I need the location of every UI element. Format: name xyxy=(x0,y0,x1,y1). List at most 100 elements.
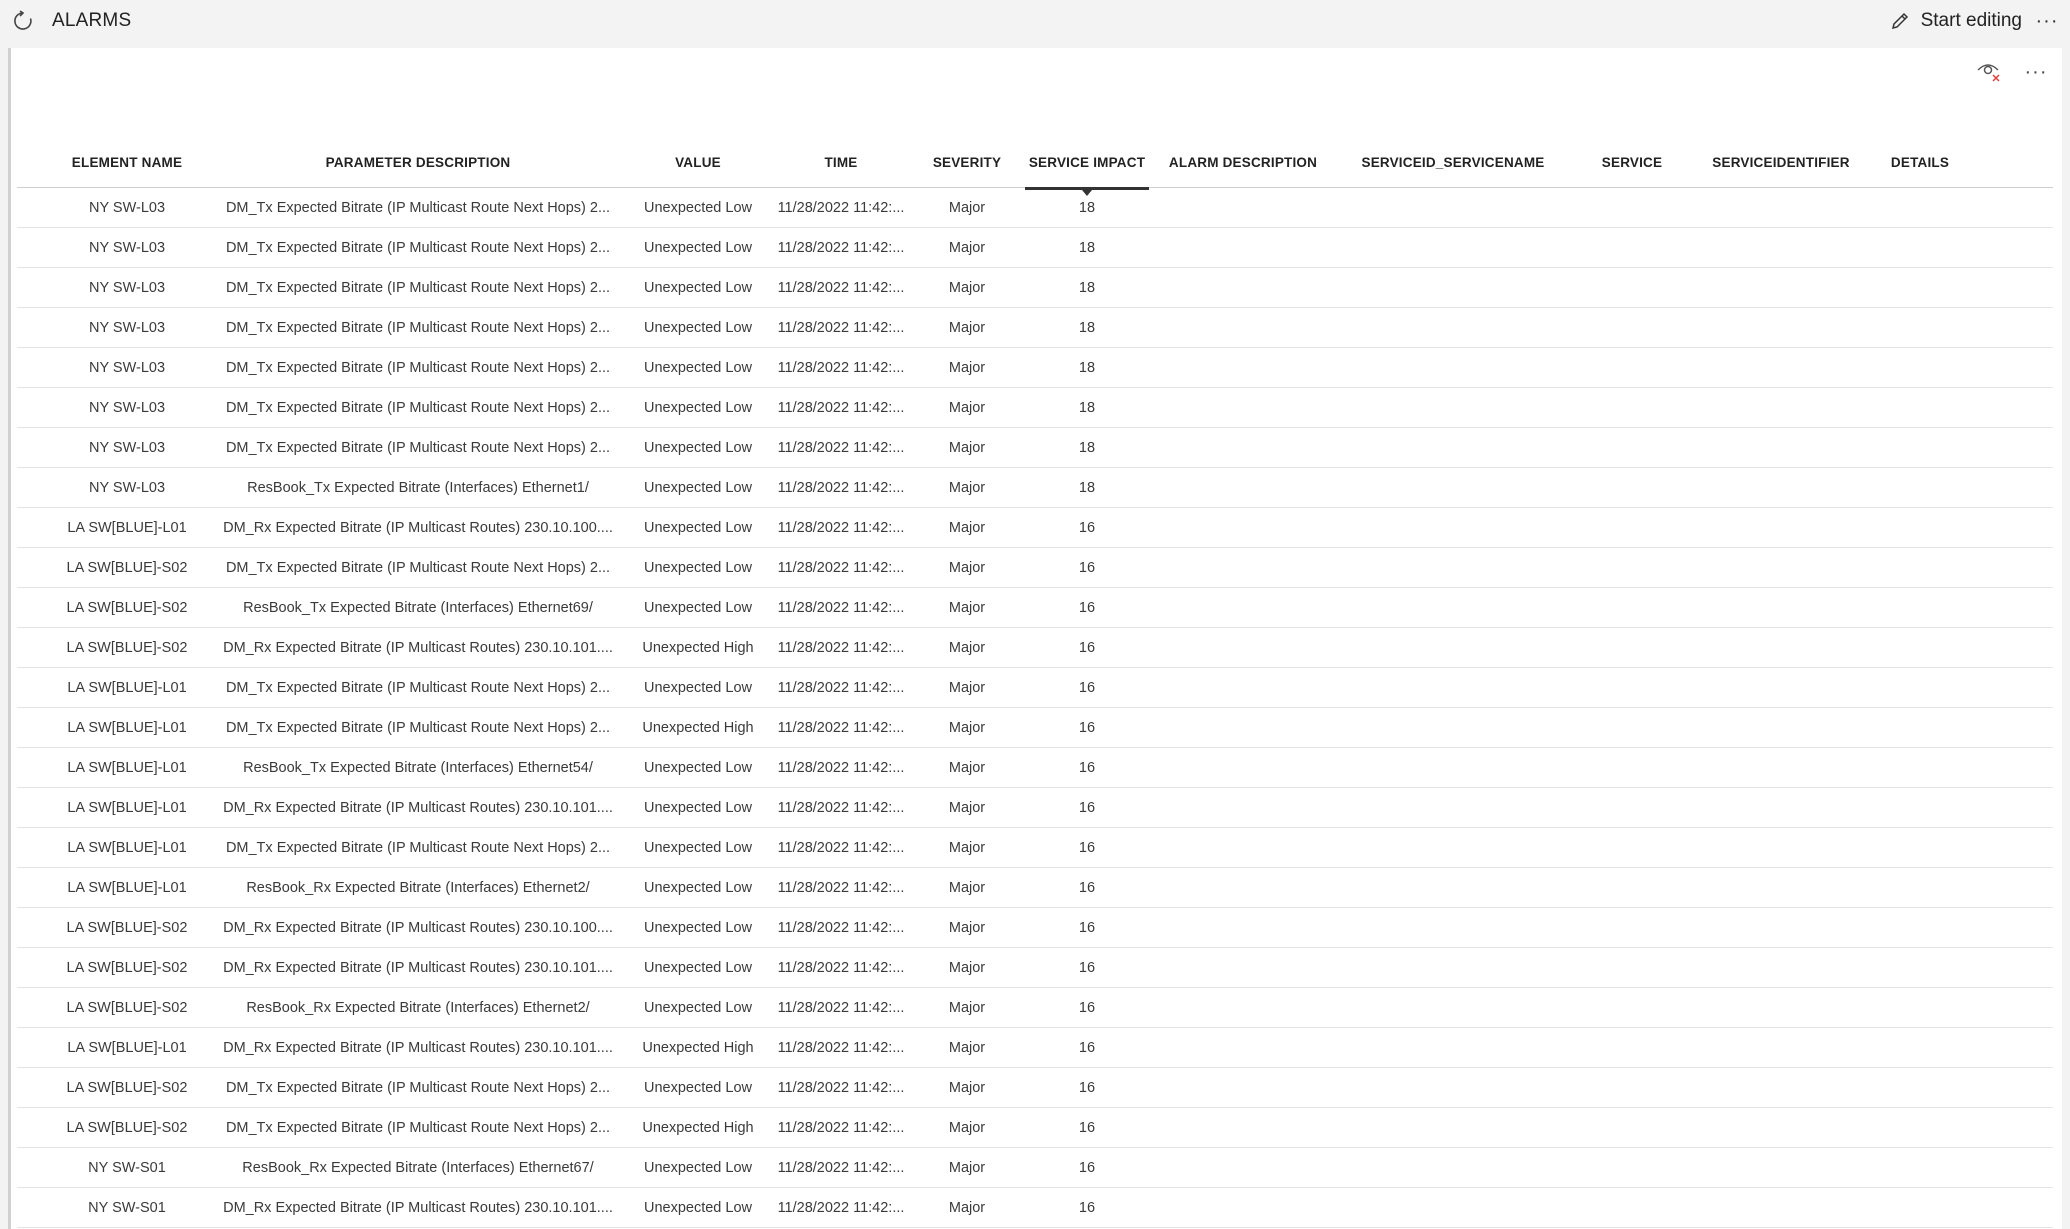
parameter-description-cell: DM_Tx Expected Bitrate (IP Multicast Rou… xyxy=(225,1079,611,1096)
column-header-parameter-description[interactable]: PARAMETER DESCRIPTION xyxy=(213,136,623,188)
parameter-description-cell: DM_Rx Expected Bitrate (IP Multicast Rou… xyxy=(223,799,613,816)
start-editing-button[interactable]: Start editing xyxy=(1889,6,2022,36)
column-header-label: ELEMENT NAME xyxy=(71,154,183,170)
value-cell: Unexpected Low xyxy=(643,599,752,616)
service-impact-cell: 16 xyxy=(1078,559,1096,576)
column-header-serviceidentifier[interactable]: SERVICEIDENTIFIER xyxy=(1691,136,1871,188)
column-header-label: DETAILS xyxy=(1890,154,1950,170)
service-impact-cell: 16 xyxy=(1078,999,1096,1016)
column-header-label: SERVICE xyxy=(1601,154,1663,170)
service-impact-cell: 16 xyxy=(1078,879,1096,896)
header-more-button[interactable]: ··· xyxy=(2032,6,2062,36)
time-cell: 11/28/2022 11:42:... xyxy=(777,879,905,896)
value-cell: Unexpected High xyxy=(642,1039,754,1056)
table-row[interactable]: NY SW-L03 ResBook_Tx Expected Bitrate (In… xyxy=(17,468,2053,508)
table-body: NY SW-L03 DM_Tx Expected Bitrate (IP Mult… xyxy=(17,188,2053,1229)
element-name-cell: LA SW[BLUE]-S02 xyxy=(66,639,188,656)
table-row[interactable]: NY SW-L03 DM_Tx Expected Bitrate (IP Mult… xyxy=(17,388,2053,428)
element-name-cell: NY SW-L03 xyxy=(88,359,166,376)
table-row[interactable]: NY SW-L03 DM_Tx Expected Bitrate (IP Mult… xyxy=(17,268,2053,308)
parameter-description-cell: DM_Tx Expected Bitrate (IP Multicast Rou… xyxy=(225,399,611,416)
column-header-element-name[interactable]: ELEMENT NAME xyxy=(45,136,209,188)
table-row[interactable]: LA SW[BLUE]-L01 DM_Rx Expected Bitrate (I… xyxy=(17,788,2053,828)
element-name-cell: LA SW[BLUE]-S02 xyxy=(66,919,188,936)
table-row[interactable]: NY SW-L03 DM_Tx Expected Bitrate (IP Mult… xyxy=(17,228,2053,268)
table-row[interactable]: LA SW[BLUE]-S02 DM_Tx Expected Bitrate (I… xyxy=(17,1108,2053,1148)
table-row[interactable]: LA SW[BLUE]-L01 ResBook_Tx Expected Bitra… xyxy=(17,748,2053,788)
table-row[interactable]: LA SW[BLUE]-S02 DM_Tx Expected Bitrate (I… xyxy=(17,548,2053,588)
time-cell: 11/28/2022 11:42:... xyxy=(777,599,905,616)
parameter-description-cell: DM_Tx Expected Bitrate (IP Multicast Rou… xyxy=(225,239,611,256)
table-row[interactable]: LA SW[BLUE]-L01 DM_Tx Expected Bitrate (I… xyxy=(17,708,2053,748)
severity-cell: Major xyxy=(948,479,986,496)
table-row[interactable]: NY SW-S01 ResBook_Rx Expected Bitrate (In… xyxy=(17,1148,2053,1188)
service-impact-cell: 16 xyxy=(1078,599,1096,616)
element-name-cell: LA SW[BLUE]-S02 xyxy=(66,959,188,976)
element-name-cell: LA SW[BLUE]-L01 xyxy=(67,839,187,856)
table-row[interactable]: NY SW-S01 DM_Rx Expected Bitrate (IP Mult… xyxy=(17,1188,2053,1228)
service-impact-cell: 18 xyxy=(1078,399,1096,416)
element-name-cell: NY SW-L03 xyxy=(88,199,166,216)
page-title: ALARMS xyxy=(52,10,132,31)
parameter-description-cell: DM_Tx Expected Bitrate (IP Multicast Rou… xyxy=(225,439,611,456)
column-header-service-impact[interactable]: SERVICE IMPACT xyxy=(1021,136,1153,196)
severity-cell: Major xyxy=(948,959,986,976)
table-row[interactable]: NY SW-L03 DM_Tx Expected Bitrate (IP Mult… xyxy=(17,348,2053,388)
panel-more-button[interactable]: ··· xyxy=(2022,58,2050,86)
table-row[interactable]: LA SW[BLUE]-S02 DM_Rx Expected Bitrate (I… xyxy=(17,908,2053,948)
time-cell: 11/28/2022 11:42:... xyxy=(777,839,905,856)
column-header-label: SERVICEID_SERVICENAME xyxy=(1361,154,1545,170)
severity-cell: Major xyxy=(948,759,986,776)
table-row[interactable]: LA SW[BLUE]-S02 DM_Rx Expected Bitrate (I… xyxy=(17,628,2053,668)
time-cell: 11/28/2022 11:42:... xyxy=(777,679,905,696)
value-cell: Unexpected Low xyxy=(643,679,752,696)
element-name-cell: NY SW-L03 xyxy=(88,239,166,256)
table-row[interactable]: LA SW[BLUE]-S02 DM_Rx Expected Bitrate (I… xyxy=(17,948,2053,988)
table-row[interactable]: NY SW-L03 DM_Tx Expected Bitrate (IP Mult… xyxy=(17,428,2053,468)
table-row[interactable]: LA SW[BLUE]-S02 ResBook_Rx Expected Bitra… xyxy=(17,988,2053,1028)
table-row[interactable]: LA SW[BLUE]-S02 ResBook_Tx Expected Bitra… xyxy=(17,588,2053,628)
table-row[interactable]: LA SW[BLUE]-S02 DM_Tx Expected Bitrate (I… xyxy=(17,1068,2053,1108)
table-row[interactable]: NY SW-L03 DM_Tx Expected Bitrate (IP Mult… xyxy=(17,188,2053,228)
value-cell: Unexpected Low xyxy=(643,999,752,1016)
column-header-value[interactable]: VALUE xyxy=(631,136,765,188)
time-cell: 11/28/2022 11:42:... xyxy=(777,439,905,456)
table-row[interactable]: NY SW-L03 DM_Tx Expected Bitrate (IP Mult… xyxy=(17,308,2053,348)
value-cell: Unexpected Low xyxy=(643,1079,752,1096)
element-name-cell: LA SW[BLUE]-S02 xyxy=(66,1119,188,1136)
column-header-service[interactable]: SERVICE xyxy=(1577,136,1687,188)
table-row[interactable]: LA SW[BLUE]-L01 DM_Rx Expected Bitrate (I… xyxy=(17,508,2053,548)
severity-cell: Major xyxy=(948,599,986,616)
value-cell: Unexpected Low xyxy=(643,199,752,216)
severity-cell: Major xyxy=(948,1119,986,1136)
refresh-button[interactable] xyxy=(10,8,36,34)
element-name-cell: LA SW[BLUE]-L01 xyxy=(67,879,187,896)
parameter-description-cell: DM_Rx Expected Bitrate (IP Multicast Rou… xyxy=(223,919,613,936)
parameter-description-cell: DM_Tx Expected Bitrate (IP Multicast Rou… xyxy=(225,719,611,736)
visibility-toggle-button[interactable] xyxy=(1974,58,2002,86)
time-cell: 11/28/2022 11:42:... xyxy=(777,1119,905,1136)
column-header-serviceid-servicename[interactable]: SERVICEID_SERVICENAME xyxy=(1333,136,1573,188)
column-header-severity[interactable]: SEVERITY xyxy=(917,136,1017,188)
severity-cell: Major xyxy=(948,319,986,336)
severity-cell: Major xyxy=(948,799,986,816)
table-row[interactable]: LA SW[BLUE]-L01 DM_Tx Expected Bitrate (I… xyxy=(17,828,2053,868)
value-cell: Unexpected Low xyxy=(643,439,752,456)
table-row[interactable]: LA SW[BLUE]-L01 DM_Rx Expected Bitrate (I… xyxy=(17,1028,2053,1068)
element-name-cell: LA SW[BLUE]-L01 xyxy=(67,1039,187,1056)
service-impact-cell: 18 xyxy=(1078,279,1096,296)
table-row[interactable]: LA SW[BLUE]-L01 DM_Tx Expected Bitrate (I… xyxy=(17,668,2053,708)
element-name-cell: NY SW-S01 xyxy=(88,1199,166,1216)
column-header-time[interactable]: TIME xyxy=(769,136,913,188)
column-header-details[interactable]: DETAILS xyxy=(1875,136,1965,188)
severity-cell: Major xyxy=(948,239,986,256)
severity-cell: Major xyxy=(948,1199,986,1216)
value-cell: Unexpected High xyxy=(642,719,754,736)
parameter-description-cell: DM_Rx Expected Bitrate (IP Multicast Rou… xyxy=(223,959,613,976)
value-cell: Unexpected Low xyxy=(643,279,752,296)
column-header-alarm-description[interactable]: ALARM DESCRIPTION xyxy=(1157,136,1329,188)
service-impact-cell: 18 xyxy=(1078,479,1096,496)
service-impact-cell: 18 xyxy=(1078,199,1096,216)
table-row[interactable]: LA SW[BLUE]-L01 ResBook_Rx Expected Bitra… xyxy=(17,868,2053,908)
column-header-label: TIME xyxy=(824,154,858,170)
